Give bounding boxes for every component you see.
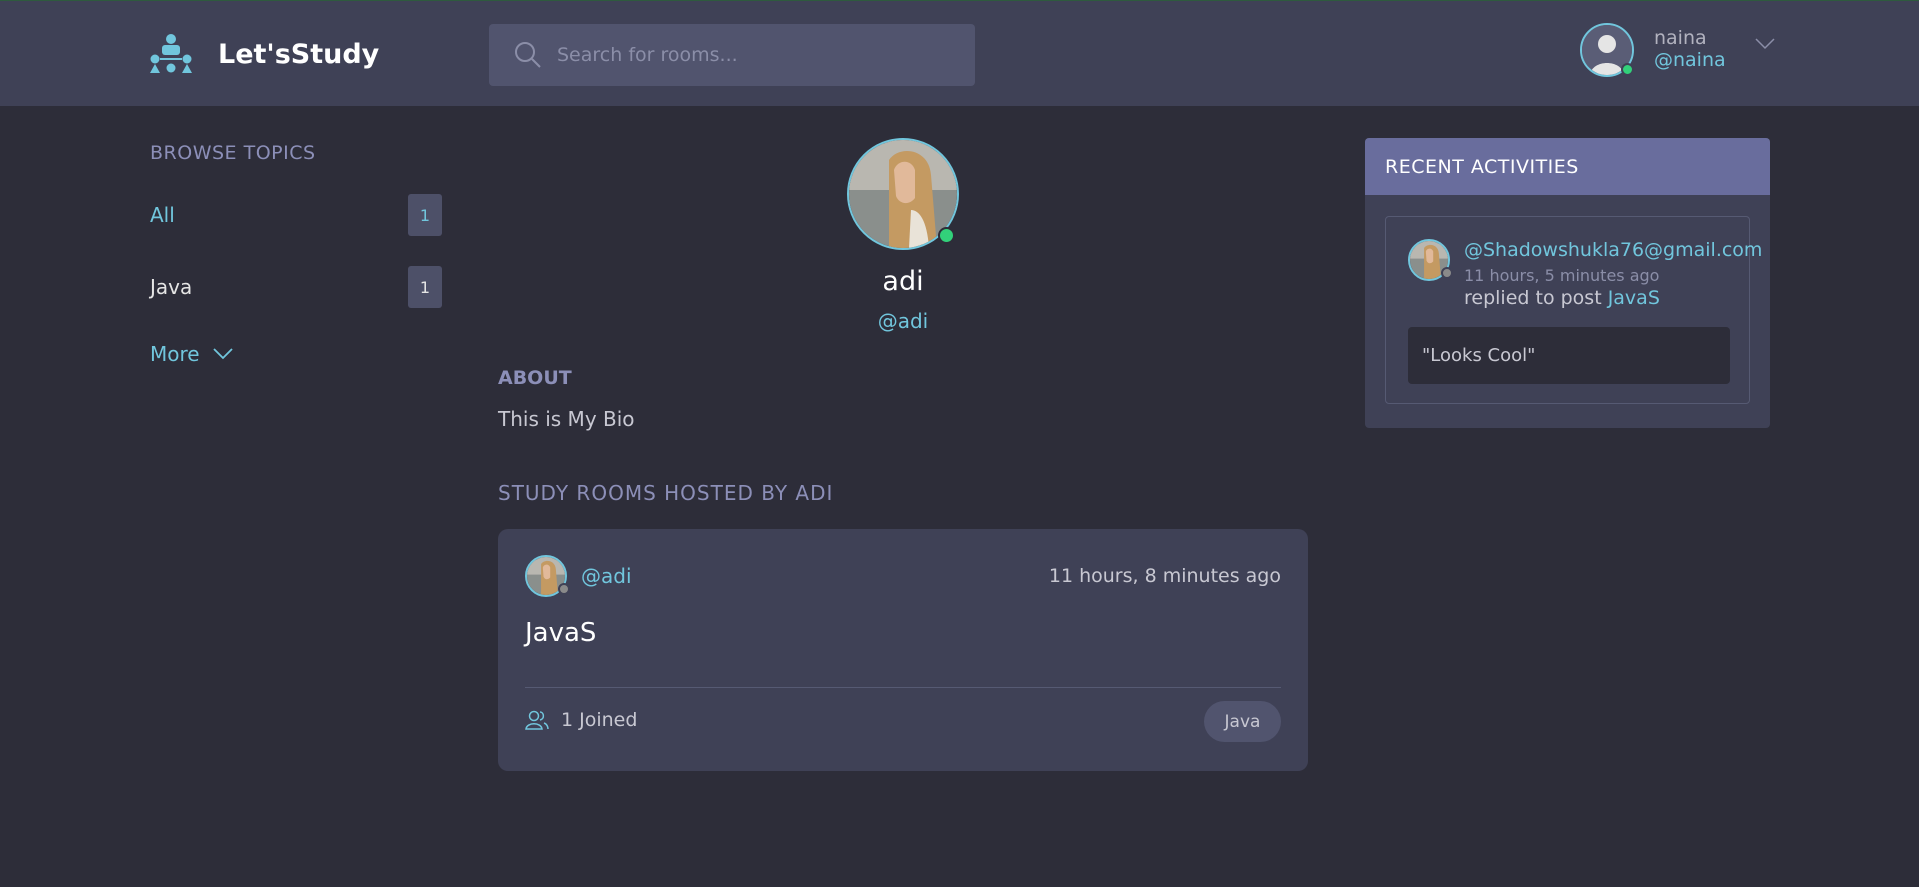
topic-label[interactable]: All (150, 203, 175, 227)
recent-activities-panel: RECENT ACTIVITIES @Shadowshukla76@gmail.… (1365, 138, 1770, 428)
room-timestamp: 11 hours, 8 minutes ago (1048, 565, 1281, 587)
about-title: ABOUT (498, 367, 572, 389)
avatar[interactable] (1580, 23, 1634, 77)
profile-name: adi (882, 266, 924, 297)
people-icon (525, 710, 549, 730)
topic-item-all[interactable]: All 1 (150, 194, 442, 236)
user-handle: @naina (1654, 49, 1726, 71)
activity-user-link[interactable]: @Shadowshukla76@gmail.com (1464, 239, 1762, 261)
divider (525, 687, 1281, 688)
more-topics-button[interactable]: More (150, 342, 442, 366)
search-bar[interactable] (489, 24, 975, 86)
offline-status-dot (1441, 267, 1453, 279)
browse-topics-sidebar: BROWSE TOPICS All 1 Java 1 More (150, 142, 442, 366)
bio-text: This is My Bio (498, 407, 635, 431)
topic-count-badge: 1 (408, 194, 442, 236)
top-navbar: Let'sStudy naina @naina (0, 0, 1919, 106)
avatar[interactable] (525, 555, 570, 597)
recent-activities-title: RECENT ACTIVITIES (1365, 138, 1770, 195)
user-name: naina (1654, 27, 1707, 49)
room-card[interactable]: @adi 11 hours, 8 minutes ago JavaS 1 Joi… (498, 529, 1308, 771)
browse-topics-title: BROWSE TOPICS (150, 142, 316, 164)
avatar[interactable] (1408, 239, 1453, 281)
search-input[interactable] (557, 44, 957, 66)
activity-timestamp: 11 hours, 5 minutes ago (1464, 266, 1660, 285)
topic-item-java[interactable]: Java 1 (150, 266, 442, 308)
search-icon (515, 42, 541, 68)
room-topic-tag[interactable]: Java (1204, 701, 1281, 742)
room-joined-count: 1 Joined (561, 709, 638, 731)
logo-icon (150, 34, 192, 73)
hosted-rooms-title: STUDY ROOMS HOSTED BY ADI (498, 481, 834, 505)
more-label: More (150, 342, 200, 366)
activity-action: replied to post (1464, 287, 1602, 309)
offline-status-dot (558, 583, 570, 595)
chevron-down-icon (212, 348, 233, 360)
topic-count-badge: 1 (408, 266, 442, 308)
profile-avatar-wrap (847, 138, 959, 250)
user-menu[interactable]: naina @naina (1580, 23, 1776, 77)
activity-description: replied to post JavaS (1464, 287, 1660, 309)
activity-item: @Shadowshukla76@gmail.com 11 hours, 5 mi… (1385, 216, 1762, 404)
online-status-dot (938, 227, 955, 244)
chevron-down-icon[interactable] (1754, 37, 1776, 51)
app-name: Let'sStudy (218, 38, 380, 70)
topic-label[interactable]: Java (150, 275, 192, 299)
room-host-link[interactable]: @adi (581, 564, 632, 588)
room-title[interactable]: JavaS (525, 618, 596, 648)
activity-quote: "Looks Cool" (1408, 327, 1730, 384)
activity-post-link[interactable]: JavaS (1608, 287, 1660, 309)
logo[interactable]: Let'sStudy (148, 33, 379, 75)
online-status-dot (1621, 63, 1634, 76)
profile-main: adi @adi ABOUT This is My Bio STUDY ROOM… (498, 138, 1308, 771)
profile-handle: @adi (877, 309, 929, 333)
